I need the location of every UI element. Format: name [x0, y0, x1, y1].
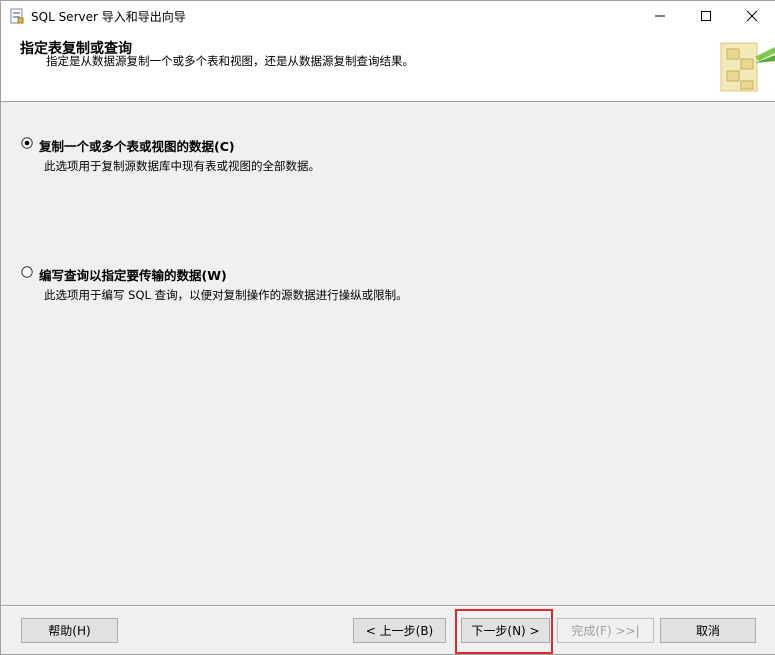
- close-button[interactable]: [729, 1, 775, 31]
- wizard-window: SQL Server 导入和导出向导 指定表复制或查询 指定是从数据源复制一个或…: [0, 0, 775, 655]
- footer-divider: [1, 605, 775, 607]
- option-copy-tables-description: 此选项用于复制源数据库中现有表或视图的全部数据。: [44, 159, 320, 173]
- window-title: SQL Server 导入和导出向导: [31, 10, 186, 24]
- sql-server-wizard-icon: [10, 8, 24, 24]
- minimize-icon: [655, 15, 665, 17]
- page-subtitle: 指定是从数据源复制一个或多个表和视图，还是从数据源复制查询结果。: [46, 54, 414, 68]
- maximize-icon: [701, 11, 711, 21]
- wizard-header: 指定表复制或查询 指定是从数据源复制一个或多个表和视图，还是从数据源复制查询结果…: [1, 31, 775, 102]
- cancel-button[interactable]: 取消: [660, 618, 756, 643]
- radio-selected-icon[interactable]: [21, 137, 33, 149]
- help-button[interactable]: 帮助(H): [21, 618, 118, 643]
- option-write-query-description: 此选项用于编写 SQL 查询，以便对复制操作的源数据进行操纵或限制。: [44, 288, 408, 302]
- radio-unselected-icon[interactable]: [21, 266, 33, 278]
- next-button-highlight-box: [455, 609, 553, 654]
- wizard-banner-icon: [720, 42, 775, 92]
- option-copy-tables-label[interactable]: 复制一个或多个表或视图的数据(C): [39, 136, 235, 155]
- back-button[interactable]: < 上一步(B): [353, 618, 446, 643]
- close-icon: [746, 10, 758, 22]
- title-bar: SQL Server 导入和导出向导: [1, 1, 775, 31]
- minimize-button[interactable]: [637, 1, 683, 31]
- option-write-query-label[interactable]: 编写查询以指定要传输的数据(W): [39, 265, 227, 284]
- finish-button[interactable]: 完成(F) >>|: [557, 618, 654, 643]
- maximize-button[interactable]: [683, 1, 729, 31]
